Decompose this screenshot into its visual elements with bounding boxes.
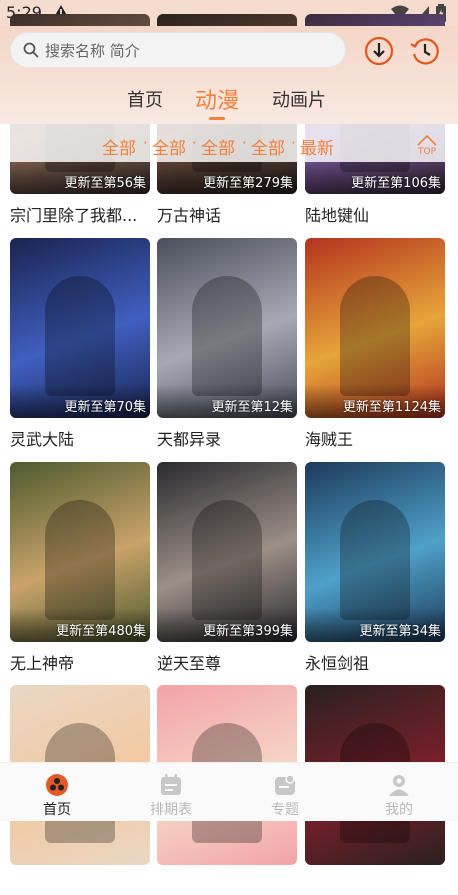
anime-title[interactable]: 无上神帝 [10,650,150,674]
topic-icon [275,774,295,795]
history-icon[interactable] [408,34,442,68]
poster-figure [45,276,115,396]
arrow-up-icon [417,134,437,146]
anime-title[interactable]: 陆地键仙 [305,202,445,226]
nav-topics-label: 专题 [271,802,299,818]
anime-poster[interactable]: 更新至第34集 [305,462,445,642]
anime-card[interactable]: 更新至第399集逆天至尊 [157,462,297,674]
episode-badge: 更新至第480集 [56,624,146,639]
filter-all-1[interactable]: 全部 [102,134,136,159]
filter-separator: · [143,134,148,152]
tab-anime[interactable]: 动漫 [195,83,239,115]
filter-bar: 全部 · 全部 · 全部 · 全部 · 最新 TOP [0,124,458,162]
home-icon [46,774,68,796]
episode-badge: 更新至第12集 [211,400,293,415]
nav-schedule[interactable]: 排期表 [114,763,228,821]
anime-title[interactable]: 逆天至尊 [157,650,297,674]
episode-badge: 更新至第1124集 [342,400,441,415]
filter-latest[interactable]: 最新 [300,134,334,159]
filter-separator: · [291,134,296,152]
anime-poster[interactable]: 更新至第1124集 [305,238,445,418]
anime-title[interactable]: 宗门里除了我都... [10,202,150,226]
anime-poster[interactable]: 更新至第480集 [10,462,150,642]
poster-figure [340,276,410,396]
search-box[interactable] [10,32,346,69]
anime-card[interactable]: 更新至第12集天都异录 [157,238,297,450]
filter-separator: · [242,134,247,152]
anime-poster[interactable]: 更新至第12集 [157,238,297,418]
calendar-icon [161,774,181,795]
header: 首页 动漫 动画片 [0,26,458,124]
filter-all-2[interactable]: 全部 [152,134,186,159]
nav-topics[interactable]: 专题 [228,763,342,821]
anime-poster[interactable]: 更新至第399集 [157,462,297,642]
poster-figure [340,500,410,620]
anime-card[interactable]: 更新至第1124集海贼王 [305,238,445,450]
category-tabs: 首页 动漫 动画片 [0,82,458,122]
filter-separator: · [192,134,197,152]
filter-all-3[interactable]: 全部 [201,134,235,159]
episode-badge: 更新至第34集 [359,624,441,639]
bottom-nav: 首页 排期表 专题 我的 [0,762,458,821]
tab-cartoon[interactable]: 动画片 [272,86,326,112]
episode-badge: 更新至第56集 [64,176,146,191]
poster-figure [192,500,262,620]
nav-home[interactable]: 首页 [0,763,114,821]
episode-badge: 更新至第279集 [203,176,293,191]
nav-profile[interactable]: 我的 [342,763,456,821]
anime-title[interactable]: 永恒剑祖 [305,650,445,674]
poster-figure [45,500,115,620]
episode-badge: 更新至第106集 [351,176,441,191]
user-icon [389,775,409,796]
download-icon[interactable] [362,34,396,68]
anime-title[interactable]: 天都异录 [157,426,297,450]
filter-all-4[interactable]: 全部 [251,134,285,159]
tab-home[interactable]: 首页 [127,86,163,112]
nav-home-label: 首页 [43,802,71,818]
nav-schedule-label: 排期表 [150,802,192,818]
anime-card[interactable]: 更新至第34集永恒剑祖 [305,462,445,674]
anime-title[interactable]: 万古神话 [157,202,297,226]
tab-active-indicator [209,117,225,120]
search-icon [23,42,39,58]
anime-poster[interactable]: 更新至第70集 [10,238,150,418]
scroll-top-label: TOP [417,147,436,157]
episode-badge: 更新至第70集 [64,400,146,415]
search-input[interactable] [43,33,337,69]
scroll-top-button[interactable]: TOP [416,132,438,158]
episode-badge: 更新至第399集 [203,624,293,639]
nav-profile-label: 我的 [385,802,413,818]
poster-figure [192,276,262,396]
anime-title[interactable]: 海贼王 [305,426,445,450]
anime-title[interactable]: 灵武大陆 [10,426,150,450]
anime-card[interactable]: 更新至第480集无上神帝 [10,462,150,674]
anime-card[interactable]: 更新至第70集灵武大陆 [10,238,150,450]
